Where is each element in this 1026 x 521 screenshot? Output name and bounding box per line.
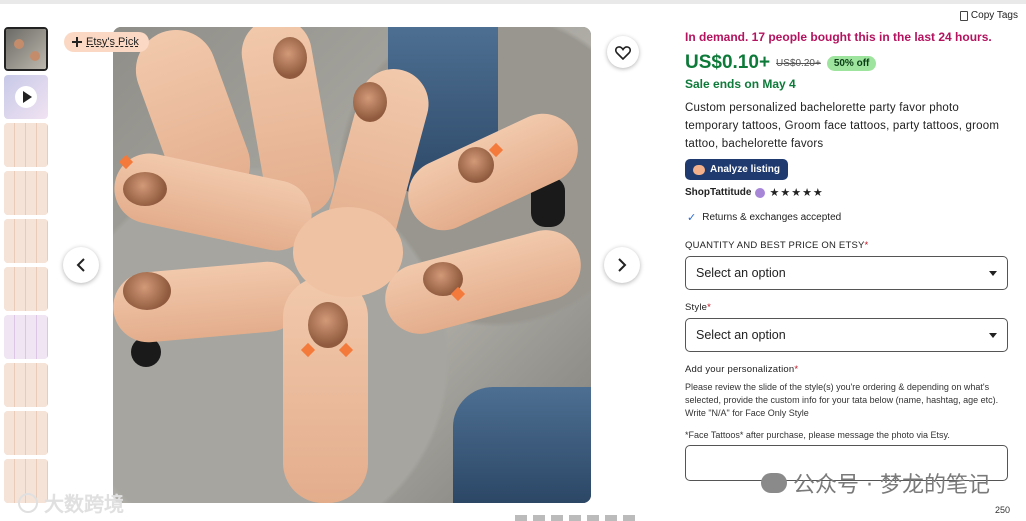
watermark-left-text: 大数跨境: [44, 492, 124, 516]
chevron-down-icon: [989, 270, 997, 276]
personalization-label-text: Add your personalization: [685, 364, 795, 375]
rating-stars[interactable]: ★★★★★: [769, 186, 823, 199]
image-face-tattoo: [123, 272, 171, 310]
price-row: US$0.10+ US$0.20+ 50% off: [685, 52, 1011, 74]
style-label-text: Style: [685, 302, 708, 313]
quantity-select-value: Select an option: [696, 266, 786, 280]
thumbnail-1[interactable]: [4, 27, 48, 71]
thumbnail-6[interactable]: [4, 267, 48, 311]
listing-panel: In demand. 17 people bought this in the …: [685, 30, 1011, 481]
heart-icon: [615, 45, 631, 60]
thumbnail-4[interactable]: [4, 171, 48, 215]
watermark-left-logo: [18, 492, 38, 513]
watermark-right: 公众号 · 梦龙的笔记: [761, 467, 990, 499]
discount-badge: 50% off: [826, 55, 877, 71]
favorite-button[interactable]: [607, 36, 639, 68]
image-face-tattoo: [308, 302, 348, 348]
original-price: US$0.20+: [776, 57, 821, 69]
image-face-tattoo: [458, 147, 494, 183]
personalization-label: Add your personalization*: [685, 364, 1011, 375]
copy-tags-label: Copy Tags: [970, 10, 1018, 21]
required-mark: *: [794, 364, 799, 375]
thumbnail-video[interactable]: [4, 75, 48, 119]
cropped-content: [515, 515, 635, 521]
watermark-right-text: 公众号 · 梦龙的笔记: [793, 473, 990, 498]
style-label: Style*: [685, 302, 1011, 313]
analyze-listing-button[interactable]: Analyze listing: [685, 159, 789, 180]
thumbnail-9[interactable]: [4, 411, 48, 455]
next-image-button[interactable]: [604, 247, 640, 283]
listing-title: Custom personalized bachelorette party f…: [685, 102, 1000, 150]
thumbnail-5[interactable]: [4, 219, 48, 263]
character-counter: 250: [994, 505, 1010, 515]
personalization-instructions: Please review the slide of the style(s) …: [685, 382, 999, 418]
style-select[interactable]: Select an option: [685, 318, 1008, 352]
chevron-right-icon: [618, 258, 627, 272]
chevron-left-icon: [76, 258, 85, 272]
etsys-pick-label: Etsy's Pick: [86, 36, 139, 48]
sale-price: US$0.10+: [685, 52, 771, 73]
sale-end-text: Sale ends on May 4: [685, 77, 796, 91]
shop-row: ShopTattitude ★★★★★: [685, 186, 1011, 199]
image-jeans-bottom: [453, 387, 591, 503]
quantity-select[interactable]: Select an option: [685, 256, 1008, 290]
main-product-image[interactable]: [113, 27, 591, 503]
demand-notice: In demand. 17 people bought this in the …: [685, 30, 992, 44]
thumbnail-3[interactable]: [4, 123, 48, 167]
chevron-down-icon: [989, 332, 997, 338]
image-face-tattoo: [273, 37, 307, 79]
style-select-value: Select an option: [696, 328, 786, 342]
sparkle-icon: [72, 37, 82, 47]
image-face-tattoo: [123, 172, 167, 206]
clipboard-icon: [959, 10, 968, 21]
thumbnail-8[interactable]: [4, 363, 48, 407]
image-hands: [293, 207, 403, 297]
wechat-icon: [761, 473, 788, 493]
shop-name-link[interactable]: ShopTattitude: [685, 187, 751, 198]
copy-tags-button[interactable]: Copy Tags: [959, 10, 1018, 21]
required-mark: *: [864, 240, 869, 251]
personalization-note: *Face Tattoos* after purchase, please me…: [685, 430, 950, 440]
play-icon: [15, 86, 37, 108]
analyze-listing-label: Analyze listing: [710, 164, 781, 175]
thumbnail-list: [4, 27, 50, 507]
star-seller-icon: [755, 187, 766, 198]
previous-image-button[interactable]: [63, 247, 99, 283]
required-mark: *: [707, 302, 712, 313]
quantity-label-text: QUANTITY AND BEST PRICE ON ETSY: [685, 240, 865, 251]
image-face-tattoo: [353, 82, 387, 122]
top-divider: [0, 0, 1026, 4]
etsys-pick-badge: Etsy's Pick: [64, 32, 149, 52]
thumbnail-7[interactable]: [4, 315, 48, 359]
returns-text: Returns & exchanges accepted: [702, 212, 842, 223]
returns-policy: ✓ Returns & exchanges accepted: [685, 211, 1011, 224]
quantity-label: QUANTITY AND BEST PRICE ON ETSY*: [685, 240, 1011, 251]
watermark-left: 大数跨境: [18, 488, 124, 517]
checkmark-icon: ✓: [687, 212, 697, 224]
analyze-icon: [693, 164, 705, 175]
